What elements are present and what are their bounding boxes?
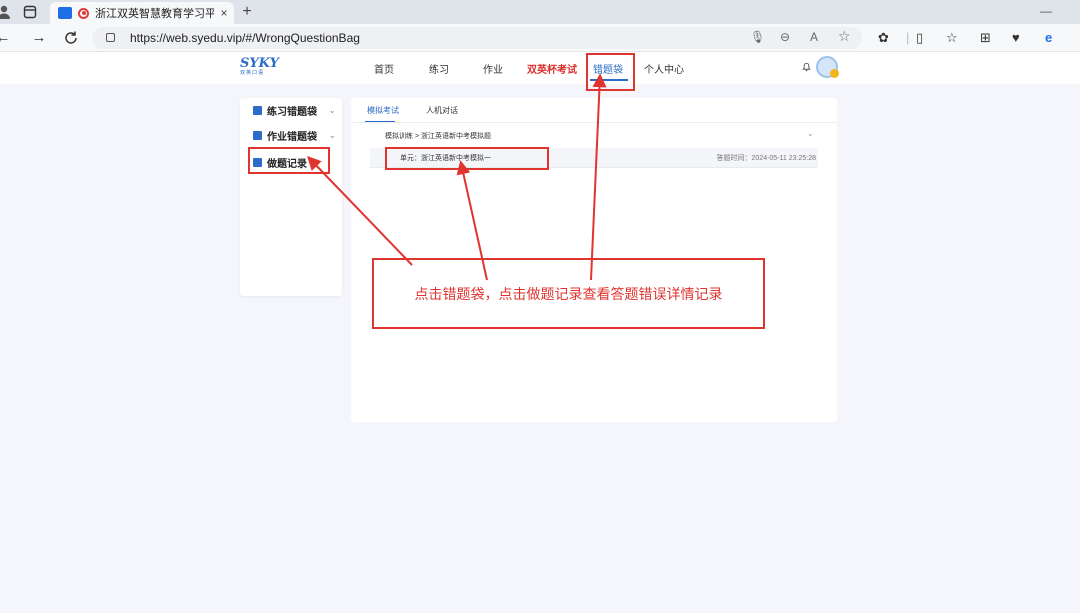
nav-practice[interactable]: 练习 xyxy=(429,61,449,76)
avatar-badge-icon xyxy=(830,69,839,78)
tab-close-icon[interactable]: × xyxy=(214,6,234,20)
sidebar-item-label: 练习错题袋 xyxy=(267,106,317,118)
browser-tab[interactable]: 浙江双英智慧教育学习平台 × xyxy=(50,2,234,24)
nav-homework[interactable]: 作业 xyxy=(483,61,503,76)
collections-icon[interactable]: ⊞ xyxy=(980,29,991,47)
bell-icon[interactable] xyxy=(801,61,812,72)
mic-icon[interactable]: 🎙 xyxy=(750,30,765,44)
address-toolbar: ← → https://web.syedu.vip/#/WrongQuestio… xyxy=(0,24,1080,52)
sidebar-item-practice-wrong-bag[interactable]: 练习错题袋 ⌄ xyxy=(240,100,342,120)
tab-title: 浙江双英智慧教育学习平台 xyxy=(95,8,214,20)
tab-actions-icon[interactable] xyxy=(22,4,38,20)
record-unit[interactable]: 单元：浙江英语新中考模拟一 xyxy=(400,153,491,163)
tab-divider xyxy=(351,122,837,123)
lock-icon[interactable] xyxy=(106,33,115,42)
forward-icon[interactable]: → xyxy=(30,29,48,47)
toolbar-divider: | xyxy=(906,30,910,45)
split-screen-icon[interactable]: ▯ xyxy=(916,29,923,47)
record-time: 答题时间：2024-05-11 23:25:28 xyxy=(716,155,816,162)
sidebar-item-homework-wrong-bag[interactable]: 作业错题袋 ⌄ xyxy=(240,125,342,145)
refresh-icon[interactable] xyxy=(63,30,79,46)
nav-active-underline xyxy=(590,79,628,81)
site-logo[interactable]: SYKY 双英口语 xyxy=(240,56,280,76)
minimize-button[interactable]: — xyxy=(1040,4,1052,18)
recording-icon xyxy=(78,7,89,19)
back-icon[interactable]: ← xyxy=(0,29,12,47)
chevron-down-icon: ⌄ xyxy=(328,129,336,140)
url-bar[interactable]: https://web.syedu.vip/#/WrongQuestionBag… xyxy=(92,27,862,49)
profile-icon[interactable] xyxy=(0,4,12,20)
breadcrumb[interactable]: 模拟训练 > 浙江英语新中考模拟题 xyxy=(385,131,491,141)
url-text[interactable]: https://web.syedu.vip/#/WrongQuestionBag xyxy=(130,31,360,45)
nav-wrong-question-bag[interactable]: 错题袋 xyxy=(593,61,623,76)
edge-icon[interactable]: e xyxy=(1045,29,1052,47)
annotation-callout: 点击错题袋，点击做题记录查看答题错误详情记录 xyxy=(372,258,765,329)
site-favicon xyxy=(58,7,72,19)
nav-personal-center[interactable]: 个人中心 xyxy=(644,61,684,76)
read-aloud-icon[interactable]: A xyxy=(810,30,818,44)
book-icon xyxy=(253,105,262,115)
tab-mock-exam[interactable]: 模拟考试 xyxy=(367,105,399,116)
browser-tab-strip: 浙江双英智慧教育学习平台 × + — xyxy=(0,0,1080,24)
zoom-icon[interactable]: ⊖ xyxy=(780,30,790,44)
performance-icon[interactable]: ♥ xyxy=(1012,29,1020,47)
favorites-icon[interactable]: ☆ xyxy=(946,29,958,47)
annotation-text: 点击错题袋，点击做题记录查看答题错误详情记录 xyxy=(414,285,723,302)
nav-cup-exam[interactable]: 双英杯考试 xyxy=(527,61,577,76)
extensions-icon[interactable]: ✿ xyxy=(878,29,889,47)
sidebar-item-label: 做题记录 xyxy=(267,158,307,170)
sidebar-item-label: 作业错题袋 xyxy=(267,131,317,143)
sidebar: 练习错题袋 ⌄ 作业错题袋 ⌄ 做题记录 xyxy=(240,98,342,296)
chevron-down-icon[interactable]: ⌄ xyxy=(807,129,814,138)
records-icon xyxy=(253,157,262,167)
favorite-icon[interactable]: ☆ xyxy=(838,28,851,45)
document-icon xyxy=(253,130,262,140)
sidebar-item-practice-records[interactable]: 做题记录 xyxy=(240,152,342,172)
tab-human-machine-dialogue[interactable]: 人机对话 xyxy=(426,105,458,116)
nav-home[interactable]: 首页 xyxy=(374,61,394,76)
new-tab-button[interactable]: + xyxy=(238,2,256,22)
chevron-down-icon: ⌄ xyxy=(328,104,336,115)
record-row[interactable]: 单元：浙江英语新中考模拟一 答题时间：2024-05-11 23:25:28 xyxy=(370,148,818,168)
site-header: SYKY 双英口语 首页 练习 作业 双英杯考试 错题袋 个人中心 xyxy=(0,52,1080,84)
